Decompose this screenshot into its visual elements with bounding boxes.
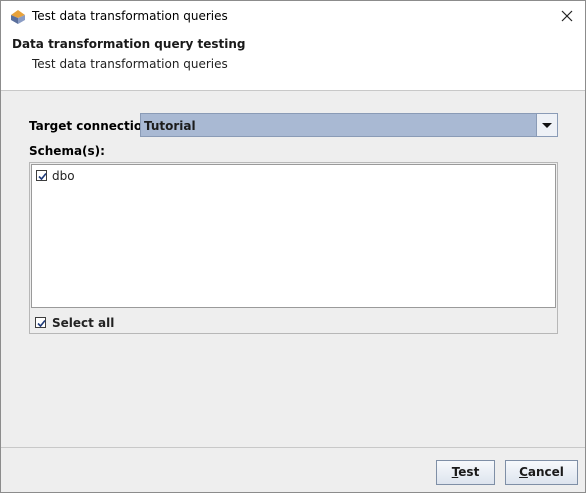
schema-item-label: dbo — [52, 169, 75, 183]
cancel-label: ancel — [527, 465, 564, 479]
checkmark-icon — [38, 172, 47, 181]
target-connection-select[interactable]: Tutorial — [140, 113, 558, 137]
cancel-button[interactable]: Cancel — [505, 460, 578, 485]
close-button[interactable] — [557, 6, 577, 26]
header-title: Data transformation query testing — [12, 37, 246, 51]
footer-divider — [1, 447, 585, 448]
test-button[interactable]: Test — [436, 460, 495, 485]
schema-checkbox[interactable] — [36, 170, 47, 181]
schema-panel: dbo Select all — [29, 162, 558, 334]
select-all-label: Select all — [52, 316, 115, 330]
app-logo-icon — [9, 9, 27, 25]
header-subtitle: Test data transformation queries — [32, 57, 228, 71]
dialog-window: Test data transformation queries Data tr… — [0, 0, 586, 493]
schemas-label: Schema(s): — [29, 144, 105, 158]
dialog-header: Data transformation query testing Test d… — [1, 32, 585, 91]
dropdown-button[interactable] — [536, 114, 557, 136]
cancel-mnemonic: C — [519, 465, 528, 479]
window-title: Test data transformation queries — [32, 9, 228, 23]
select-all-box[interactable] — [35, 317, 46, 328]
schema-list[interactable]: dbo — [31, 164, 556, 308]
checkmark-icon — [37, 319, 46, 328]
close-icon — [561, 10, 573, 22]
title-bar: Test data transformation queries — [1, 1, 585, 32]
target-connection-value: Tutorial — [144, 119, 196, 133]
test-label: est — [458, 465, 480, 479]
target-connection-label: Target connection: — [29, 119, 156, 133]
chevron-down-icon — [542, 123, 552, 128]
